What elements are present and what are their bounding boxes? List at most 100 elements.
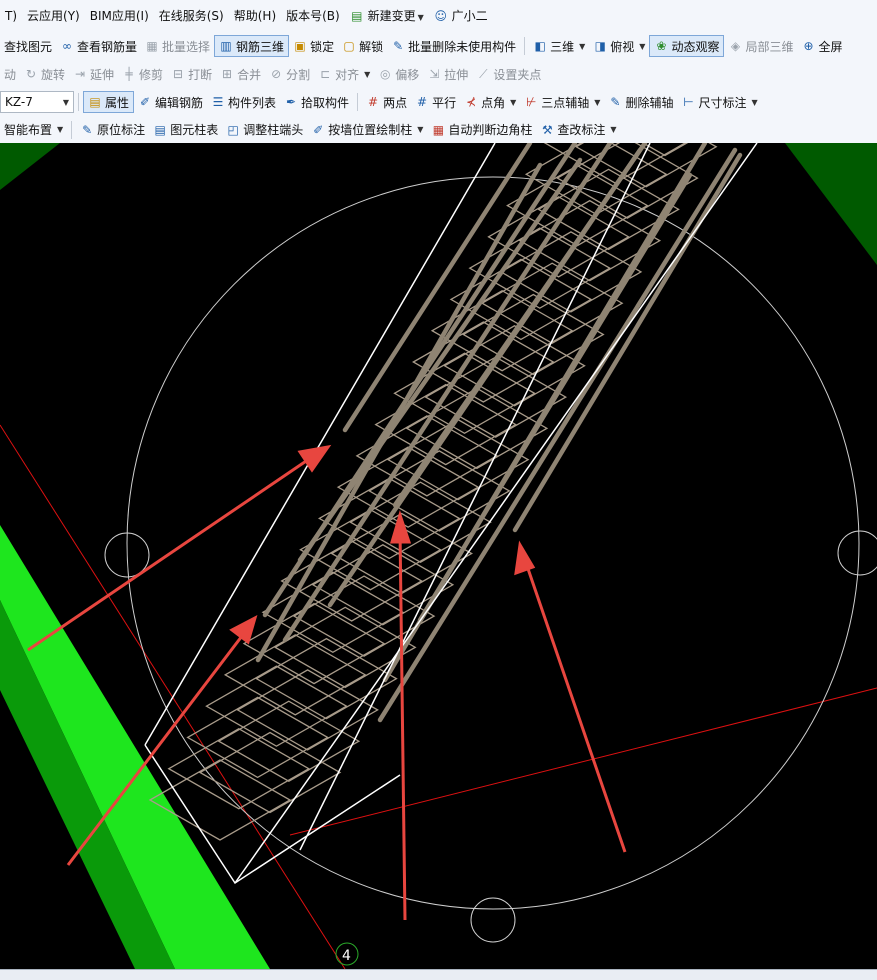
rebar-3d-button[interactable]: ▥ 钢筋三维 (214, 35, 290, 57)
lock-button[interactable]: ▣ 锁定 (289, 35, 338, 57)
move-button[interactable]: 动 (0, 63, 20, 85)
extend-button[interactable]: ⇥ 延伸 (69, 63, 118, 85)
split-label: 分割 (286, 67, 311, 82)
menu-item-help[interactable]: 帮助(H) (229, 0, 281, 32)
find-element-button[interactable]: 查找图元 (0, 35, 56, 57)
toolbar-component: KZ-7 ▼ ▤ 属性 ✐ 编辑钢筋 ☰ 构件列表 ✒ 拾取构件 # 两点 # … (0, 88, 877, 116)
delete-axis-button[interactable]: ✎ 删除辅轴 (604, 91, 677, 113)
parallel-label: 平行 (432, 95, 457, 110)
view-rebar-button[interactable]: ∞ 查看钢筋量 (56, 35, 141, 57)
slab-dark-top-left (0, 143, 60, 190)
batch-select-label: 批量选择 (162, 39, 211, 54)
offset-label: 偏移 (395, 67, 420, 82)
two-points-button[interactable]: # 两点 (362, 91, 411, 113)
chevron-down-icon: ▼ (62, 97, 69, 107)
trim-icon: ╪ (125, 67, 133, 81)
chevron-down-icon: ▼ (610, 125, 617, 134)
point-angle-icon: ⊀ (466, 95, 477, 109)
red-arrow (523, 559, 627, 853)
red-arrow (27, 453, 316, 652)
drawing-viewport[interactable]: 4 (0, 143, 877, 969)
red-arrow (398, 529, 407, 921)
menu-item-view[interactable]: T) (0, 0, 22, 32)
arrowhead (229, 615, 258, 645)
cube-icon: ◧ (534, 39, 546, 53)
pick-component-button[interactable]: ✒ 拾取构件 (280, 91, 353, 113)
glasses-icon: ∞ (62, 39, 73, 53)
component-list-label: 构件列表 (228, 95, 277, 110)
component-select-value: KZ-7 (5, 95, 33, 109)
modify-annotation-button[interactable]: ⚒ 查改标注 ▼ (536, 119, 620, 141)
break-button[interactable]: ⊟ 打断 (167, 63, 216, 85)
menu-item-version[interactable]: 版本号(B) (281, 0, 345, 32)
fullscreen-button[interactable]: ⊕ 全屏 (797, 35, 846, 57)
rotate-label: 旋转 (41, 67, 66, 82)
batch-delete-button[interactable]: ✎ 批量删除未使用构件 (387, 35, 520, 57)
local-3d-button[interactable]: ◈ 局部三维 (724, 35, 797, 57)
align-button[interactable]: ⊏ 对齐 ▼ (314, 63, 374, 85)
slab-dark-top-right (785, 143, 877, 265)
dimension-button[interactable]: ⊢ 尺寸标注 ▼ (677, 91, 761, 113)
rebar-bar (512, 152, 743, 533)
toolbar-separator (71, 120, 73, 139)
point-angle-button[interactable]: ⊀ 点角 ▼ (460, 91, 520, 113)
stirrup-hoop (217, 700, 361, 782)
parallel-icon: # (417, 95, 428, 109)
parallel-button[interactable]: # 平行 (411, 91, 460, 113)
lock-icon: ▣ (294, 39, 306, 53)
chevron-down-icon: ▼ (57, 125, 64, 134)
auto-corner-column-button[interactable]: ▦ 自动判断边角柱 (427, 119, 536, 141)
component-select[interactable]: KZ-7 ▼ (0, 91, 74, 113)
batch-select-button[interactable]: ▦ 批量选择 (141, 35, 214, 57)
lock-label: 锁定 (310, 39, 335, 54)
edit-rebar-button[interactable]: ✐ 编辑钢筋 (134, 91, 207, 113)
local-3d-icon: ◈ (730, 39, 741, 53)
three-d-button[interactable]: ◧ 三维 ▼ (529, 35, 589, 57)
menu-item-online[interactable]: 在线服务(S) (154, 0, 229, 32)
draw-by-wall-button[interactable]: ✐ 按墙位置绘制柱 ▼ (307, 119, 427, 141)
chevron-down-icon: ▼ (417, 13, 424, 22)
rotate-button[interactable]: ↻ 旋转 (20, 63, 69, 85)
stretch-button[interactable]: ⇲ 拉伸 (423, 63, 472, 85)
annotation-icon: ✎ (82, 122, 93, 137)
status-bar (0, 969, 877, 980)
three-point-axis-button[interactable]: ⊬ 三点辅轴 ▼ (520, 91, 604, 113)
adjust-column-end-button[interactable]: ◰ 调整柱端头 (222, 119, 307, 141)
split-button[interactable]: ⊘ 分割 (265, 63, 314, 85)
element-column-table-button[interactable]: ▤ 图元柱表 (149, 119, 222, 141)
in-place-annotation-button[interactable]: ✎ 原位标注 (76, 119, 149, 141)
chevron-down-icon: ▼ (751, 97, 758, 107)
assistant-button[interactable]: ☺ 广小二 (429, 0, 493, 32)
component-list-button[interactable]: ☰ 构件列表 (207, 91, 280, 113)
stirrup-hoop (537, 168, 680, 251)
unlock-icon: ▢ (343, 39, 355, 53)
top-view-button[interactable]: ◨ 俯视 ▼ (589, 35, 649, 57)
column-end-icon: ◰ (227, 122, 239, 137)
edit-rebar-icon: ✐ (139, 95, 151, 109)
dynamic-observe-label: 动态观察 (671, 39, 720, 54)
break-icon: ⊟ (173, 67, 184, 81)
three-point-axis-icon: ⊬ (526, 95, 537, 109)
chevron-down-icon: ▼ (639, 41, 646, 51)
element-column-table-label: 图元柱表 (170, 123, 219, 137)
offset-button[interactable]: ◎ 偏移 (374, 63, 423, 85)
adjust-column-end-label: 调整柱端头 (243, 123, 304, 137)
stretch-label: 拉伸 (444, 67, 469, 82)
menu-item-bim[interactable]: BIM应用(I) (85, 0, 154, 32)
smart-layout-button[interactable]: 智能布置 ▼ (0, 119, 67, 141)
dynamic-observe-button[interactable]: ❀ 动态观察 (649, 35, 725, 57)
unlock-label: 解锁 (359, 39, 384, 54)
stirrup-hoop (167, 727, 311, 810)
unlock-button[interactable]: ▢ 解锁 (338, 35, 387, 57)
stirrup-hoop (198, 731, 342, 814)
auto-corner-column-label: 自动判断边角柱 (448, 123, 533, 137)
set-grip-button[interactable]: ⟋ 设置夹点 (472, 63, 545, 85)
merge-button[interactable]: ⊞ 合并 (216, 63, 265, 85)
rebar-3d-scene: 4 (0, 143, 877, 969)
chevron-down-icon: ▼ (364, 69, 371, 79)
new-change-button[interactable]: ▤ 新建变更 ▼ (345, 0, 429, 32)
properties-label: 属性 (105, 95, 130, 110)
menu-item-cloud[interactable]: 云应用(Y) (22, 0, 85, 32)
properties-button[interactable]: ▤ 属性 (83, 91, 135, 113)
trim-button[interactable]: ╪ 修剪 (118, 63, 167, 85)
